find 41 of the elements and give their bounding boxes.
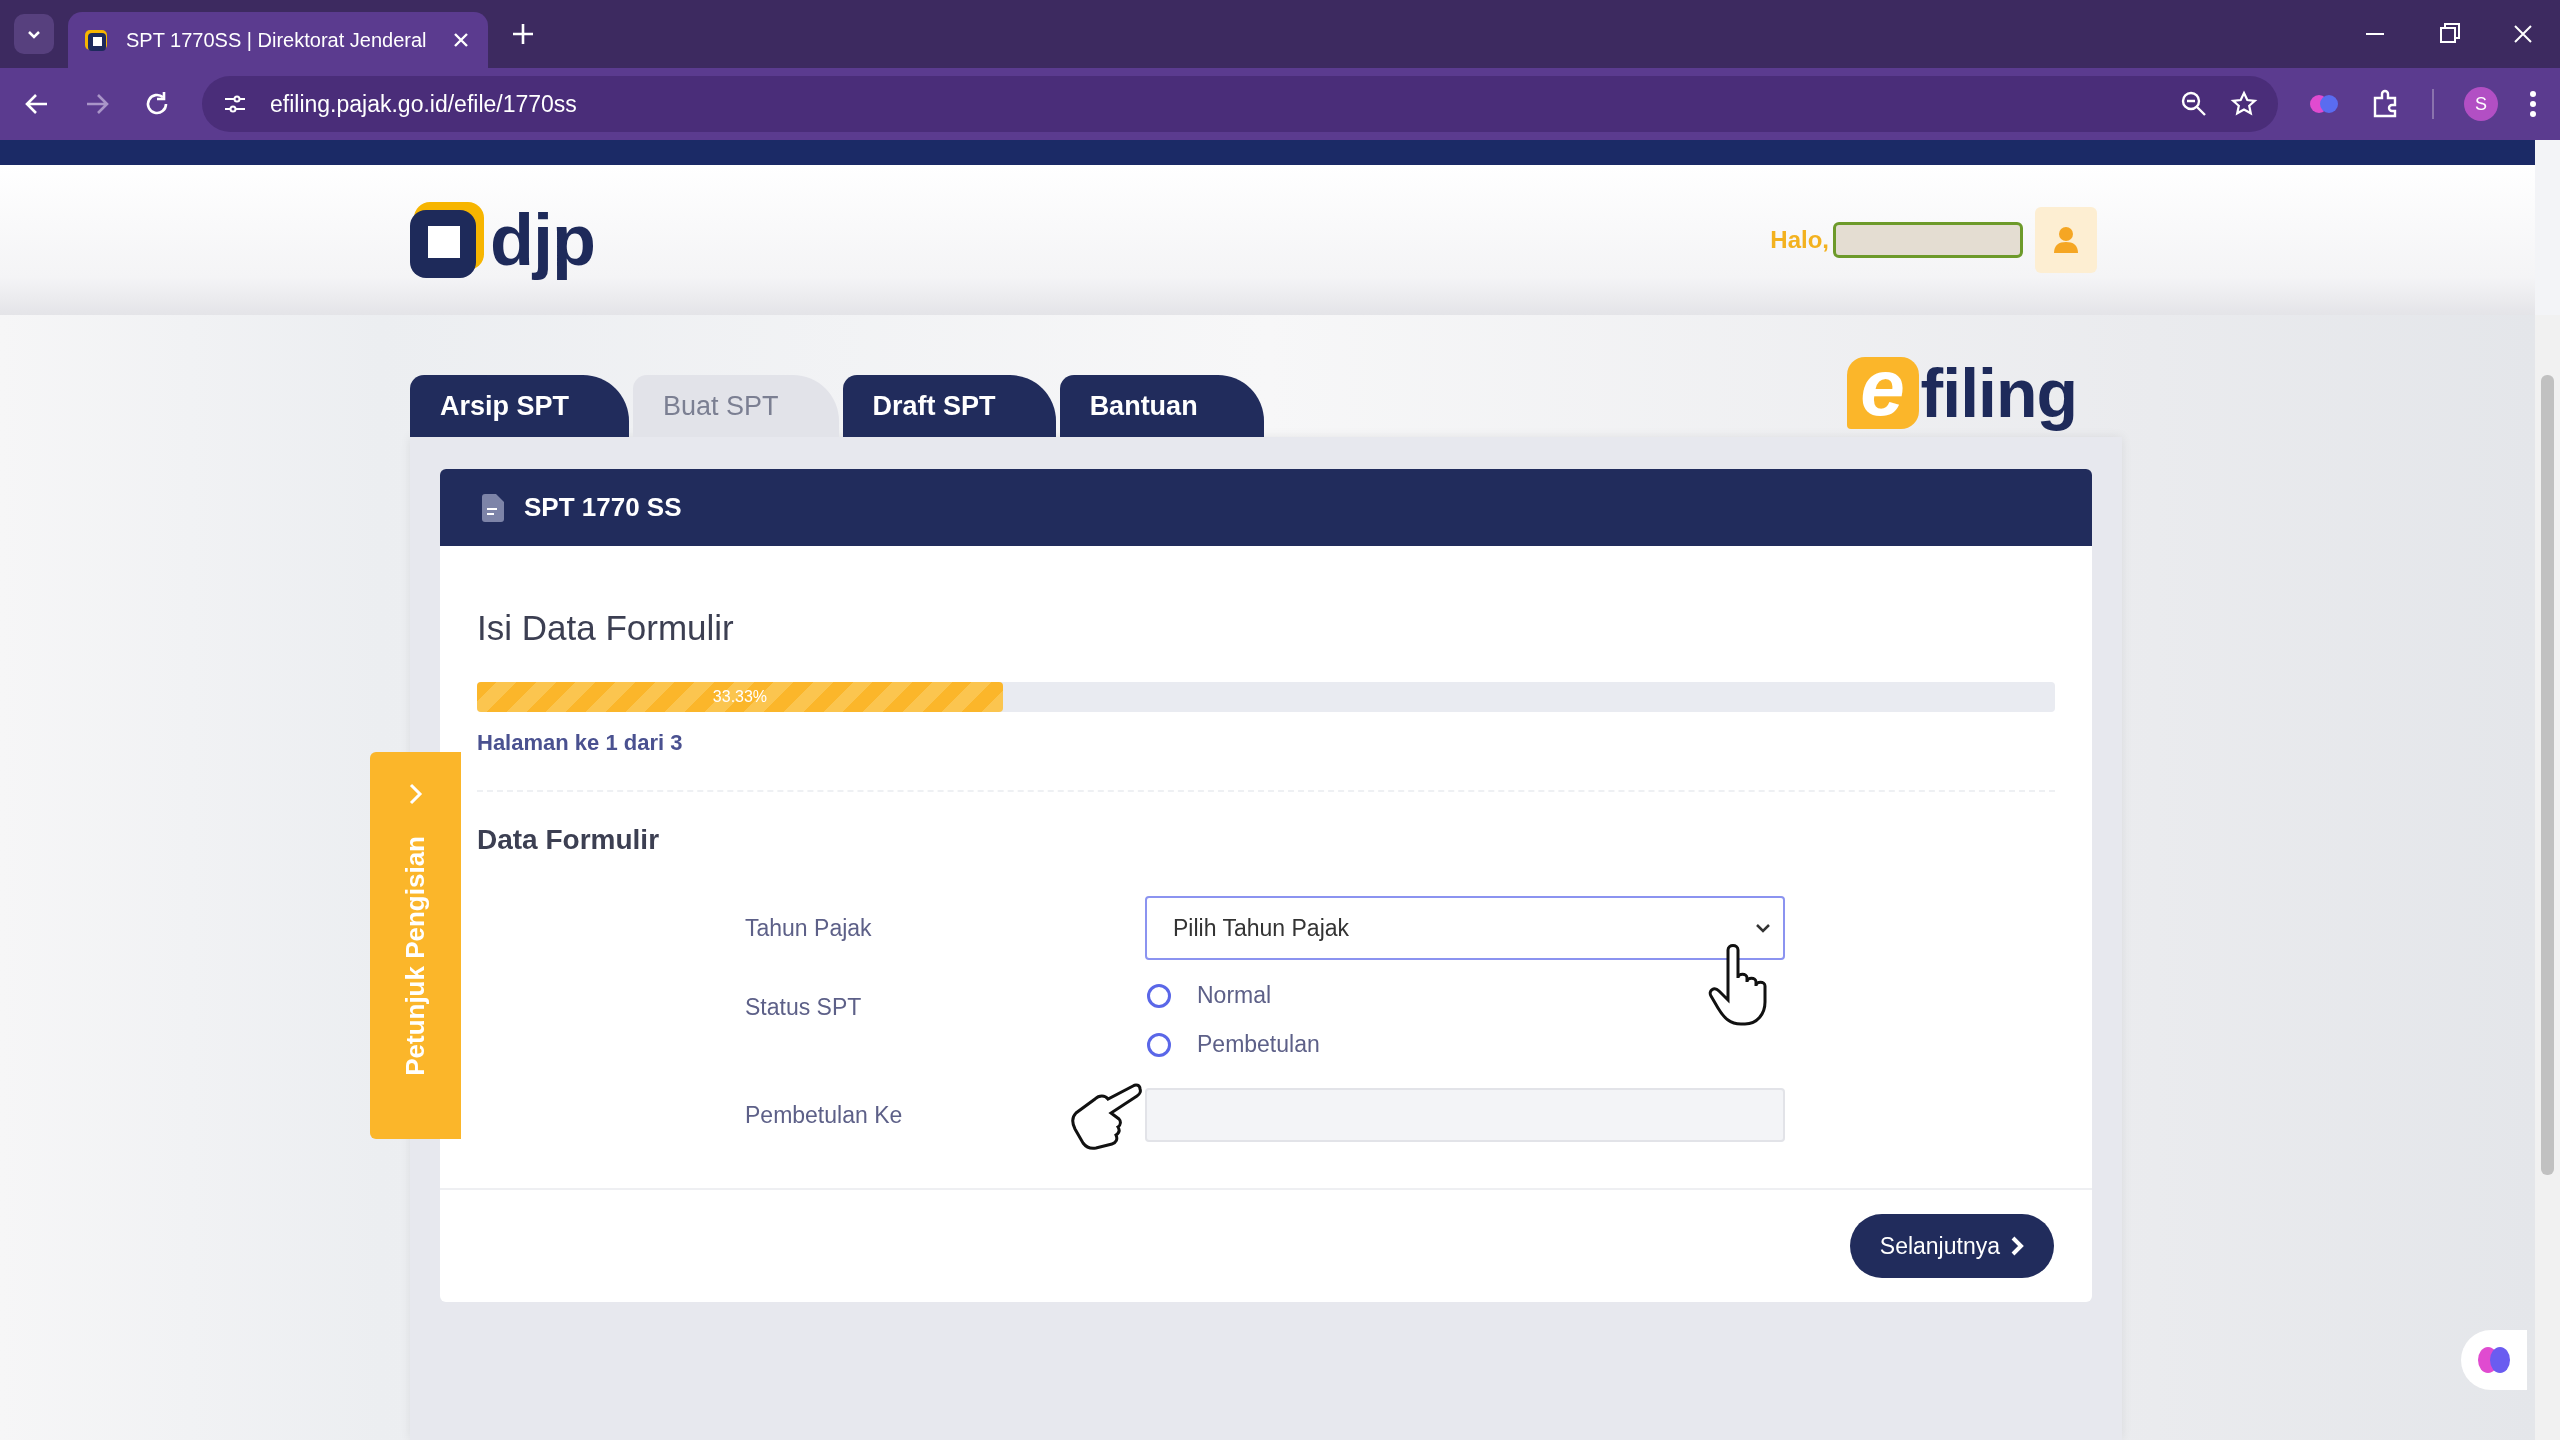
guide-label: Petunjuk Pengisian xyxy=(400,836,431,1076)
tab-title: SPT 1770SS | Direktorat Jenderal xyxy=(126,28,428,52)
djp-logo-icon xyxy=(410,202,484,278)
tax-year-dropdown[interactable]: Pilih Tahun Pajak xyxy=(1145,896,1785,960)
section-heading: Data Formulir xyxy=(477,824,661,856)
next-button[interactable]: Selanjutnya xyxy=(1849,1214,2054,1278)
chevron-right-icon xyxy=(407,782,424,806)
favicon-icon xyxy=(84,27,110,53)
address-bar[interactable]: efiling.pajak.go.id/efile/1770ss xyxy=(202,76,2278,132)
brain-icon xyxy=(2477,1345,2511,1375)
chevron-down-icon xyxy=(1755,923,1771,933)
chevron-right-icon xyxy=(2010,1235,2024,1257)
radio-button[interactable] xyxy=(1147,983,1171,1008)
page-heading: Isi Data Formulir xyxy=(477,608,735,648)
url-text: efiling.pajak.go.id/efile/1770ss xyxy=(270,90,578,118)
new-tab-icon[interactable] xyxy=(510,21,536,47)
card-title: SPT 1770 SS xyxy=(524,492,682,523)
bookmark-star-icon[interactable] xyxy=(2230,90,2258,118)
nav-tab[interactable]: Draft SPT xyxy=(842,375,1056,437)
browser-tab[interactable]: SPT 1770SS | Direktorat Jenderal xyxy=(68,12,488,68)
nav-tab[interactable]: Arsip SPT xyxy=(410,375,630,437)
profile-avatar[interactable]: S xyxy=(2464,87,2498,121)
progress-label: 33.33% xyxy=(712,688,768,706)
efiling-logo-mark: e xyxy=(1846,357,1919,429)
radio-label: Pembetulan xyxy=(1197,1031,1320,1058)
radio-label: Normal xyxy=(1197,982,1272,1009)
user-icon xyxy=(2053,226,2079,254)
field-label: Status SPT xyxy=(745,993,863,1021)
nav-tab[interactable]: Bantuan xyxy=(1059,375,1264,437)
tab-list-button[interactable] xyxy=(14,14,54,54)
field-label: Tahun Pajak xyxy=(745,914,873,942)
field-label: Pembetulan Ke xyxy=(745,1101,904,1129)
floating-extension-button[interactable] xyxy=(2461,1330,2527,1390)
page-indicator: Halaman ke 1 dari 3 xyxy=(477,730,684,756)
scrollbar[interactable] xyxy=(2535,315,2560,1440)
efiling-logo-text: filing xyxy=(1920,357,2077,429)
zoom-icon[interactable] xyxy=(2180,90,2208,118)
menu-icon[interactable] xyxy=(2528,89,2538,119)
radio-button[interactable] xyxy=(1147,1032,1171,1057)
document-icon xyxy=(482,493,504,522)
greeting-text: Halo, xyxy=(1770,226,1829,254)
